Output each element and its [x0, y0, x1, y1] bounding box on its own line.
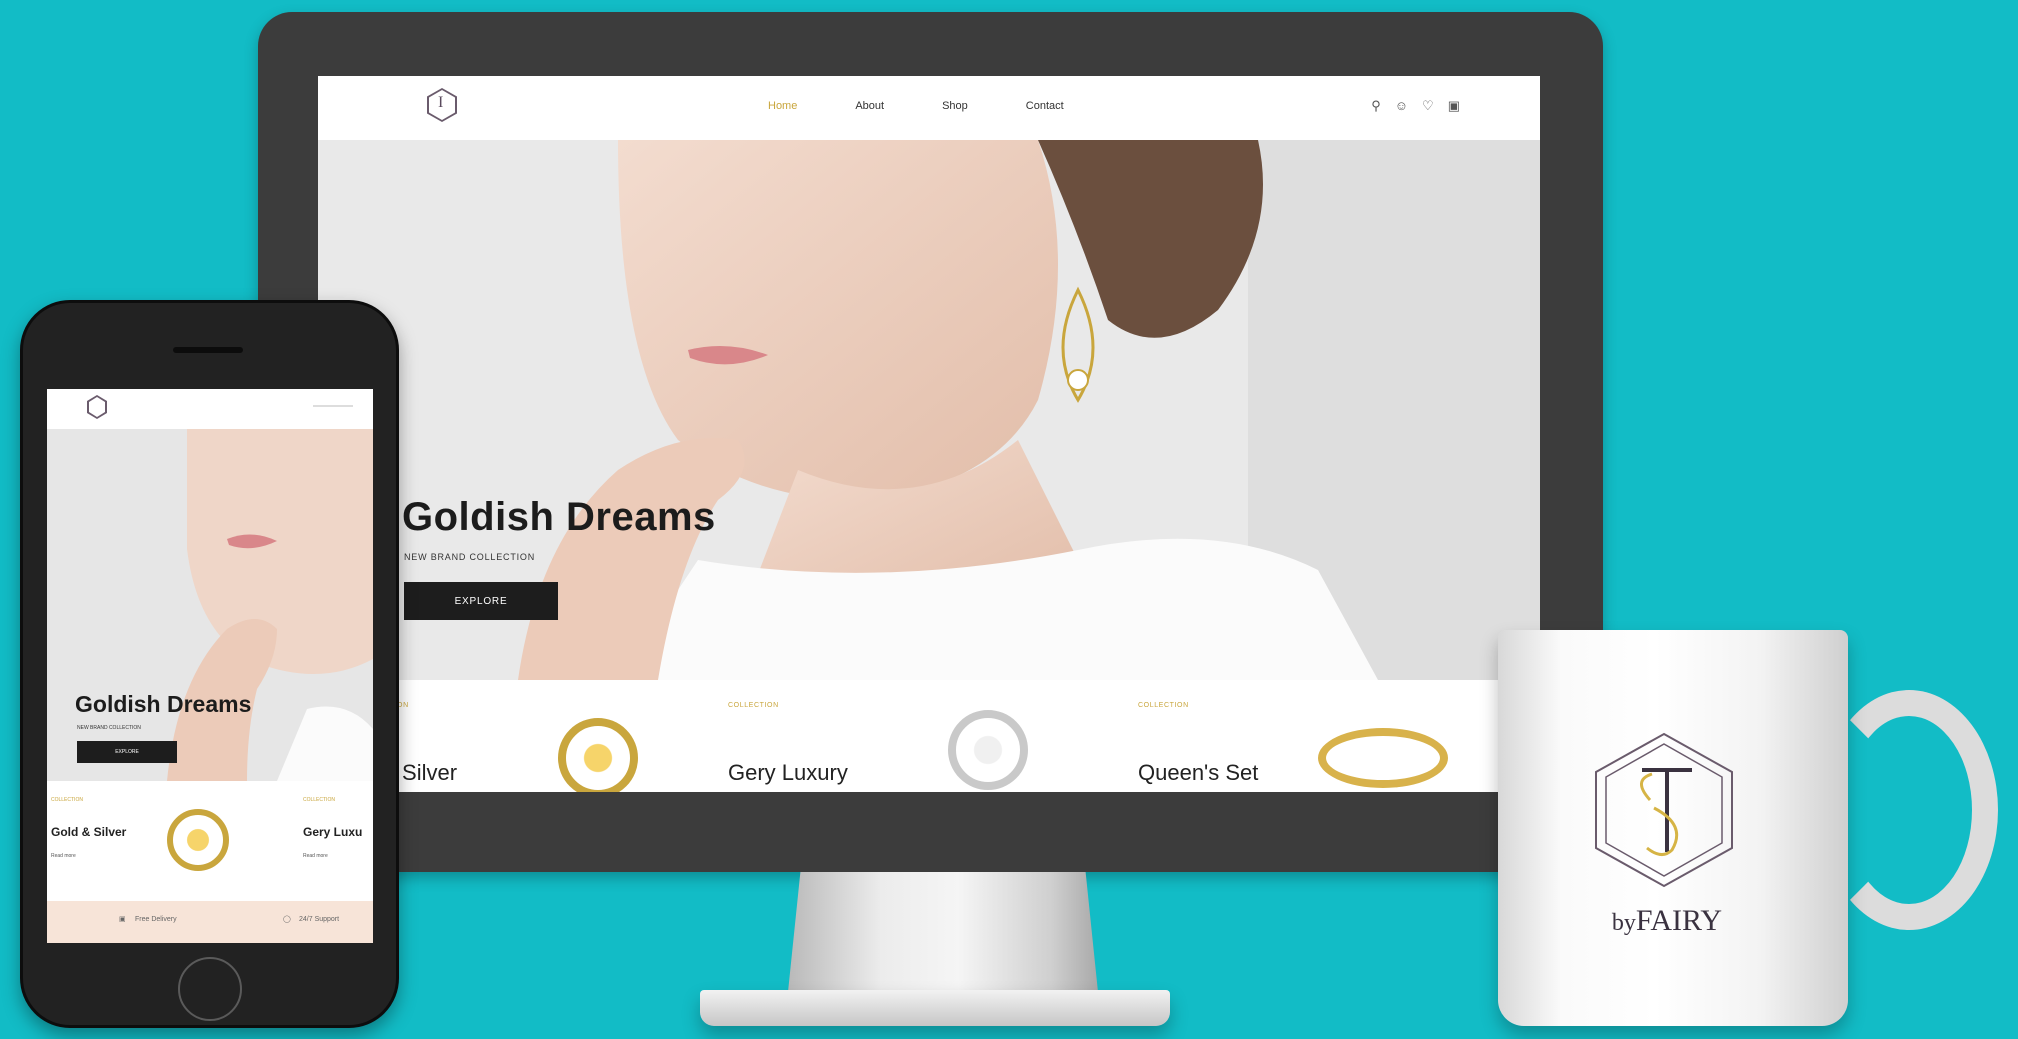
hexagon-fs-logo-icon: [1595, 732, 1733, 888]
desktop-site: I Home About Shop Contact ⚲ ☺ ♡ ▣ Goldis…: [318, 76, 1540, 792]
desktop-monitor: I Home About Shop Contact ⚲ ☺ ♡ ▣ Goldis…: [258, 12, 1603, 872]
hero-title: Goldish Dreams: [402, 495, 716, 539]
monitor-base: [700, 990, 1170, 1026]
collection-card[interactable]: COLLECTION Gery Luxury: [728, 680, 1128, 792]
hexagon-fs-logo-icon[interactable]: [87, 395, 107, 419]
nav-shop[interactable]: Shop: [942, 100, 968, 112]
mobile-explore-button[interactable]: EXPLORE: [77, 741, 177, 763]
collections-row: COLLECTION ld & Silver COLLECTION Gery L…: [318, 680, 1540, 792]
collection-name[interactable]: Gold & Silver: [51, 825, 126, 839]
mobile-collections: COLLECTION Gold & Silver Read more COLLE…: [47, 781, 373, 901]
gold-ring-image: [167, 809, 229, 871]
feature-label: Free Delivery: [135, 916, 177, 923]
collection-tag: COLLECTION: [51, 797, 83, 803]
mobile-site: Goldish Dreams NEW BRAND COLLECTION EXPL…: [47, 389, 373, 943]
mobile-hero-title: Goldish Dreams: [75, 691, 252, 717]
hero-subtitle: NEW BRAND COLLECTION: [404, 552, 536, 562]
read-more-link[interactable]: Read more: [51, 853, 76, 859]
search-icon[interactable]: ⚲: [1371, 98, 1381, 114]
bag-icon[interactable]: ▣: [1448, 98, 1460, 114]
heart-icon[interactable]: ♡: [1422, 98, 1434, 114]
chat-icon: ◯: [283, 916, 291, 923]
nav-contact[interactable]: Contact: [1026, 100, 1064, 112]
mug-brand-text: byFAIRY: [1611, 904, 1723, 937]
feature-label: 24/7 Support: [299, 916, 340, 923]
gold-bracelet-image: [1318, 728, 1448, 788]
collection-name: Gery Luxury: [728, 760, 848, 785]
monitor-stand: [788, 872, 1098, 992]
phone-speaker: [173, 347, 243, 353]
collection-tag: COLLECTION: [1138, 702, 1189, 709]
user-icon[interactable]: ☺: [1395, 98, 1408, 114]
nav-about[interactable]: About: [855, 100, 884, 112]
site-header: I Home About Shop Contact ⚲ ☺ ♡ ▣: [318, 76, 1540, 141]
mobile-features-bar: ▣ Free Delivery ◯ 24/7 Support: [47, 901, 373, 943]
read-more-link[interactable]: Read more: [303, 853, 328, 859]
collection-name[interactable]: Gery Luxu: [303, 825, 362, 839]
mobile-hero: Goldish Dreams NEW BRAND COLLECTION EXPL…: [47, 429, 373, 781]
site-logo[interactable]: I: [413, 82, 473, 134]
gold-ring-image: [558, 718, 638, 792]
hero-banner: Goldish Dreams NEW BRAND COLLECTION EXPL…: [318, 140, 1540, 680]
header-icons: ⚲ ☺ ♡ ▣: [1371, 98, 1460, 114]
mobile-header: [47, 389, 373, 429]
silver-ring-image: [948, 710, 1028, 790]
explore-button[interactable]: EXPLORE: [404, 582, 558, 620]
collection-tag: COLLECTION: [728, 702, 779, 709]
menu-icon[interactable]: [313, 405, 353, 407]
main-nav: Home About Shop Contact: [768, 100, 1064, 112]
nav-home[interactable]: Home: [768, 100, 797, 112]
collection-name: Queen's Set: [1138, 760, 1259, 785]
mobile-phone: Goldish Dreams NEW BRAND COLLECTION EXPL…: [20, 300, 399, 1028]
collection-tag: COLLECTION: [303, 797, 335, 803]
home-button[interactable]: [178, 957, 242, 1021]
truck-icon: ▣: [119, 916, 126, 923]
collection-card[interactable]: COLLECTION Queen's Set: [1138, 680, 1538, 792]
mobile-hero-subtitle: NEW BRAND COLLECTION: [77, 725, 141, 731]
